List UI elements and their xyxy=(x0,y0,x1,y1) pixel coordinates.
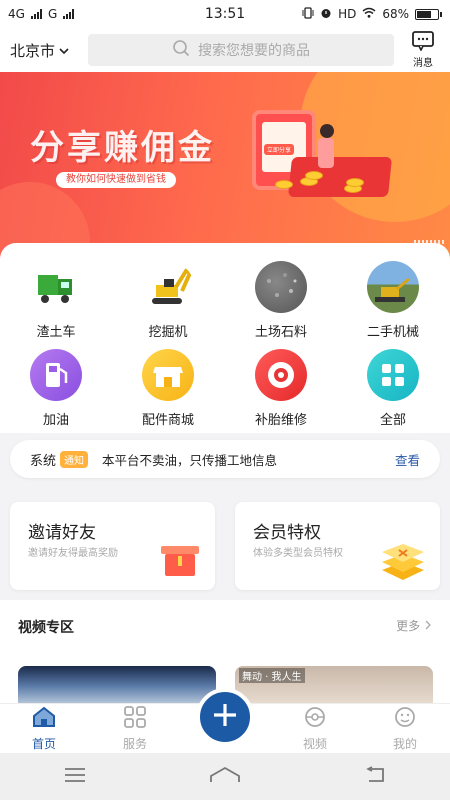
category-label: 土场石料 xyxy=(254,325,307,340)
promo-subtitle: 邀请好友得最高奖励 xyxy=(28,548,118,559)
category-label: 配件商城 xyxy=(141,413,194,428)
category-excavator[interactable]: 挖掘机 xyxy=(123,261,213,340)
dump-truck-icon xyxy=(30,261,82,313)
tire-repair-icon xyxy=(255,349,307,401)
city-selector[interactable]: 北京市 xyxy=(10,40,88,61)
fuel-pump-icon xyxy=(30,349,82,401)
search-placeholder: 搜索您想要的商品 xyxy=(198,43,310,59)
system-notice[interactable]: 系统 通知 本平台不卖油，只传播工地信息 查看 xyxy=(10,440,440,478)
category-grid: 渣土车 挖掘机 土场石料 二手机械 加油 配件商城 补胎维修 全部 xyxy=(0,243,450,433)
category-label: 渣土车 xyxy=(36,325,76,340)
signal-icon-2 xyxy=(63,9,75,19)
category-dump-truck[interactable]: 渣土车 xyxy=(11,261,101,340)
video-icon xyxy=(303,706,327,731)
used-machinery-icon xyxy=(367,261,419,313)
message-button[interactable]: 消息 xyxy=(406,31,440,69)
signal-icon xyxy=(30,9,42,19)
category-fuel[interactable]: 加油 xyxy=(11,349,101,428)
banner-subtitle: 教你如何快速做到省钱 xyxy=(56,172,176,188)
profile-icon xyxy=(393,706,417,731)
system-nav-bar xyxy=(0,753,450,800)
tab-video[interactable]: 视频 xyxy=(280,704,350,754)
publish-plus-button[interactable] xyxy=(196,688,254,746)
promo-banner[interactable]: 分享赚佣金 教你如何快速做到省钱 立即分享 xyxy=(0,72,450,262)
home-icon xyxy=(32,706,56,731)
app-header: 北京市 搜索您想要的商品 消息 xyxy=(0,28,450,72)
excavator-icon xyxy=(142,261,194,313)
notice-badge: 通知 xyxy=(60,450,89,468)
grid-all-icon xyxy=(367,349,419,401)
chevron-down-icon xyxy=(59,41,69,59)
status-icons: HD 68% xyxy=(302,6,442,22)
more-link[interactable]: 更多 xyxy=(396,617,432,634)
menu-nav-button[interactable] xyxy=(45,762,105,792)
category-label: 补胎维修 xyxy=(254,413,307,428)
network-type-2: G xyxy=(47,7,58,21)
wifi-icon xyxy=(362,7,376,21)
category-label: 全部 xyxy=(379,413,406,428)
video-thumbnail[interactable]: 舞动 · 我人生 xyxy=(235,666,433,706)
search-input[interactable]: 搜索您想要的商品 xyxy=(88,34,394,66)
video-caption: 舞动 · 我人生 xyxy=(239,668,305,683)
category-shop[interactable]: 配件商城 xyxy=(123,349,213,428)
category-label: 二手机械 xyxy=(366,325,419,340)
promo-title: 邀请好友 xyxy=(28,523,96,543)
tab-services[interactable]: 服务 xyxy=(100,704,170,754)
chat-bubble-icon xyxy=(412,31,434,54)
search-icon xyxy=(172,39,190,61)
member-privileges-card[interactable]: 会员特权 体验多类型会员特权 xyxy=(235,502,440,590)
shop-icon xyxy=(142,349,194,401)
member-layers-icon xyxy=(380,538,426,588)
services-grid-icon xyxy=(123,706,147,731)
phone-tag: 立即分享 xyxy=(264,144,295,155)
network-type-1: 4G xyxy=(8,7,25,21)
chevron-right-icon xyxy=(424,619,432,633)
section-title: 视频专区 xyxy=(18,620,74,636)
category-label: 加油 xyxy=(42,413,69,428)
signal-group: 4G G xyxy=(8,7,75,21)
promo-title: 会员特权 xyxy=(253,523,321,543)
category-label: 挖掘机 xyxy=(148,325,188,340)
vibrate-icon xyxy=(302,6,314,22)
city-label: 北京市 xyxy=(10,41,56,60)
notice-text: 本平台不卖油，只传播工地信息 xyxy=(102,452,278,468)
category-gravel[interactable]: 土场石料 xyxy=(236,261,326,340)
gift-box-icon xyxy=(157,540,203,584)
gravel-icon xyxy=(255,261,307,313)
home-outline-icon xyxy=(209,766,241,788)
app-screen: 4G G 13:51 HD 68% 北京市 搜索您想要的商品 消息 分享赚佣金 … xyxy=(0,0,450,800)
person-illustration xyxy=(320,124,334,138)
banner-title: 分享赚佣金 xyxy=(30,128,215,168)
category-used-machinery[interactable]: 二手机械 xyxy=(348,261,438,340)
notice-label: 系统 xyxy=(30,453,57,469)
video-thumbnail[interactable] xyxy=(18,666,216,706)
plus-icon xyxy=(212,700,238,734)
back-icon xyxy=(363,765,387,788)
status-bar: 4G G 13:51 HD 68% xyxy=(0,0,450,28)
category-all[interactable]: 全部 xyxy=(348,349,438,428)
tab-home[interactable]: 首页 xyxy=(9,704,79,754)
back-nav-button[interactable] xyxy=(345,762,405,792)
category-tire-repair[interactable]: 补胎维修 xyxy=(236,349,326,428)
notice-view-link[interactable]: 查看 xyxy=(395,450,420,469)
hd-label: HD xyxy=(338,7,357,21)
message-label: 消息 xyxy=(413,58,433,69)
menu-icon xyxy=(64,767,86,786)
invite-friends-card[interactable]: 邀请好友 邀请好友得最高奖励 xyxy=(10,502,215,590)
battery-percent: 68% xyxy=(382,7,409,21)
promo-subtitle: 体验多类型会员特权 xyxy=(253,548,343,559)
home-nav-button[interactable] xyxy=(195,762,255,792)
battery-icon xyxy=(415,8,442,20)
alarm-icon xyxy=(320,7,332,22)
tab-profile[interactable]: 我的 xyxy=(370,704,440,754)
